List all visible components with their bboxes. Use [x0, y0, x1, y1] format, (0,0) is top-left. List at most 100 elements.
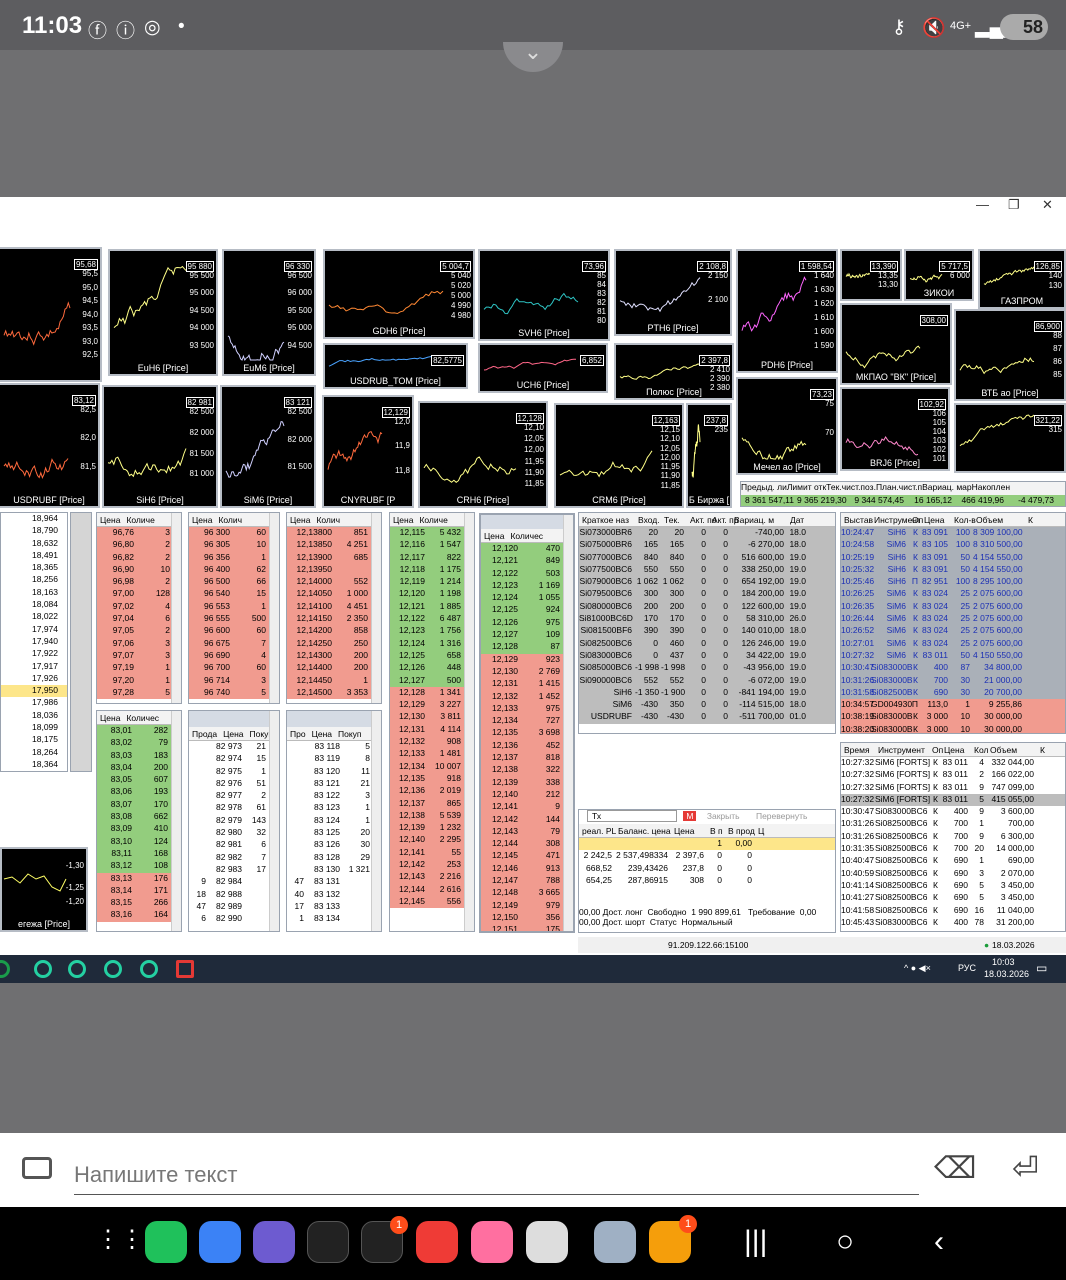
table-row[interactable]: Si081500BF6 390 390 0 0 140 010,00 18.0 — [579, 625, 835, 637]
column-header[interactable]: Баланс. цена — [615, 824, 671, 836]
table-row[interactable]: 12,138 5 539 — [390, 809, 474, 823]
column-header[interactable]: Инструмент — [871, 513, 921, 525]
table-row[interactable]: 83,15 266 — [97, 897, 181, 910]
table-row[interactable]: 18 82 988 — [189, 889, 279, 901]
table-row[interactable]: 12,146 913 — [481, 862, 573, 876]
column-header[interactable]: Оп — [909, 513, 923, 525]
table-row[interactable]: 12,143 2 216 — [390, 871, 474, 884]
column-header[interactable]: Выстав — [841, 513, 873, 525]
table-row[interactable]: 96 553 1 — [189, 600, 279, 614]
table-row[interactable]: 12,129 3 227 — [390, 699, 474, 712]
table-row[interactable]: 97,02 4 — [97, 600, 181, 614]
m-button[interactable]: M — [683, 811, 697, 821]
table-row[interactable]: 83 120 11 — [287, 766, 381, 778]
table-row[interactable]: 12,124 1 055 — [481, 592, 573, 605]
excel-icon[interactable] — [0, 960, 10, 978]
column-header[interactable]: Лимит отк — [787, 482, 826, 492]
table-row[interactable]: 1 83 134 — [287, 913, 381, 925]
table-row[interactable]: 83,09 410 — [97, 823, 181, 836]
table-row[interactable]: 82 979 143 — [189, 815, 279, 827]
table-row[interactable]: 12,142 144 — [481, 813, 573, 826]
recents-button[interactable]: ||| — [744, 1225, 767, 1259]
quik-icon[interactable] — [140, 960, 158, 978]
table-row[interactable]: 12,147 788 — [481, 875, 573, 888]
keyboard-icon[interactable] — [22, 1157, 52, 1179]
table-row[interactable]: SiH6 -1 350 -1 900 0 0 -841 194,00 19.0 — [579, 687, 835, 699]
table-row[interactable]: 10:27:32 SiM6 К 83 011 50 4 150 550,00 — [841, 650, 1065, 662]
column-header[interactable]: Цена — [921, 513, 951, 525]
table-row[interactable]: 83 126 30 — [287, 839, 381, 851]
table-row[interactable]: 96,82 2 — [97, 551, 181, 564]
table-row[interactable]: 96 555 500 — [189, 613, 279, 626]
table-row[interactable]: 83,06 193 — [97, 786, 181, 799]
table-row[interactable]: 96 540 15 — [189, 588, 279, 601]
table-row[interactable]: 10:25:19 SiH6 К 83 091 50 4 154 550,00 — [841, 552, 1065, 564]
table-row[interactable]: 12,139 1 232 — [390, 822, 474, 835]
table-row[interactable]: 47 83 131 — [287, 876, 381, 888]
column-header[interactable]: Предыд. ли — [741, 482, 787, 492]
table-row[interactable]: 6 82 990 — [189, 913, 279, 925]
table-row[interactable]: 10:27:32SiM6 [FORTS] К 83 011 4 332 044,00 — [841, 757, 1065, 769]
chart-window[interactable]: 315 321,22 — [954, 403, 1066, 473]
table-row[interactable]: 12,129 923 — [481, 653, 573, 666]
table-row[interactable]: 12,14250 250 — [287, 637, 381, 650]
table-row[interactable]: 83,03 183 — [97, 749, 181, 762]
table-row[interactable]: 82 980 32 — [189, 827, 279, 839]
chart-window[interactable]: 82,5775 USDRUB_TOM [Price] — [323, 343, 468, 389]
table-row[interactable]: 12,13950 — [287, 563, 381, 577]
table-row[interactable]: 18,632 — [1, 538, 67, 550]
table-row[interactable]: 10:31:26Si082500BC6 К 700 1 700,00 — [841, 818, 1065, 830]
chart-window[interactable]: 75 70 73,23 Мечел ао [Price] — [736, 377, 838, 475]
chart-window[interactable]: 5 040 5 020 5 000 4 990 4 980 5 004,7 GDH6 [Pr… — [323, 249, 475, 339]
table-row[interactable]: 12,127 109 — [481, 629, 573, 642]
table-row[interactable]: Si082500BC6 0 460 0 0 126 246,00 19.0 — [579, 638, 835, 650]
column-header[interactable]: Цена — [671, 824, 707, 836]
table-row[interactable]: 12,132 908 — [390, 736, 474, 749]
table-row[interactable]: 17,950 — [1, 685, 67, 698]
table-row[interactable]: 12,133 975 — [481, 702, 573, 716]
price-list-scroll[interactable] — [70, 512, 92, 772]
table-row[interactable]: 97,04 6 — [97, 613, 181, 626]
table-row[interactable]: 96 600 60 — [189, 625, 279, 638]
minimize-button[interactable]: — — [976, 197, 989, 212]
table-row[interactable]: 1 0,00 — [579, 838, 835, 851]
table-row[interactable]: 12,14400 200 — [287, 662, 381, 675]
table-row[interactable]: 82 975 1 — [189, 766, 279, 778]
table-row[interactable]: 12,149 979 — [481, 899, 573, 912]
table-row[interactable]: 12,135 3 698 — [481, 727, 573, 740]
table-row[interactable]: Si090000BC6 552 552 0 0 -6 072,00 19.0 — [579, 675, 835, 687]
column-header[interactable]: К — [1025, 513, 1033, 525]
close-button[interactable]: ✕ — [1042, 197, 1053, 213]
table-row[interactable]: 12,136 452 — [481, 739, 573, 753]
table-row[interactable]: 12,144 308 — [481, 838, 573, 851]
column-header[interactable]: План.чист.п — [876, 482, 922, 492]
table-row[interactable]: 12,14450 1 — [287, 674, 381, 687]
table-row[interactable]: 83,16 164 — [97, 909, 181, 922]
table-row[interactable]: 12,139 338 — [481, 776, 573, 789]
table-row[interactable]: 12,148 3 665 — [481, 887, 573, 900]
table-row[interactable]: 83,12 108 — [97, 860, 181, 873]
table-row[interactable]: Si079500BC6 300 300 0 0 184 200,00 19.0 — [579, 588, 835, 600]
table-row[interactable]: 12,144 2 616 — [390, 883, 474, 896]
table-row[interactable]: 12,13900 685 — [287, 551, 381, 564]
chart-window-small[interactable]: -1,30 -1,25 -1,20 егежа [Price] — [0, 847, 88, 932]
table-row[interactable]: 97,19 1 — [97, 662, 181, 675]
table-row[interactable]: 96 740 5 — [189, 686, 279, 700]
table-row[interactable]: 83 122 3 — [287, 790, 381, 802]
table-row[interactable]: 12,122 6 487 — [390, 613, 474, 626]
notes-app-icon[interactable] — [416, 1221, 458, 1263]
table-row[interactable]: 18,022 — [1, 611, 67, 623]
table-row[interactable]: 12,123 1 169 — [481, 579, 573, 593]
column-header[interactable]: Дат — [787, 513, 809, 525]
table-row[interactable]: 18,364 — [1, 759, 67, 771]
table-row[interactable]: 97,00 128 — [97, 588, 181, 601]
table-row[interactable]: 82 981 6 — [189, 839, 279, 851]
table-row[interactable]: 10:31:58Si082500BК 690 30 20 700,00 — [841, 687, 1065, 699]
chart-window[interactable]: 85 84 83 82 81 80 73,96 SVH6 [Price] — [478, 249, 610, 341]
table-row[interactable]: 10:31:26Si082500BC6 К 700 9 6 300,00 — [841, 831, 1065, 843]
chart-window[interactable]: 106 105 104 103 102 101 102,92 BRJ6 [Price] — [840, 387, 950, 471]
table-row[interactable]: 12,137 818 — [481, 752, 573, 765]
table-row[interactable]: 82 974 15 — [189, 753, 279, 765]
table-row[interactable]: 12,14300 200 — [287, 649, 381, 663]
table-row[interactable]: 12,126 448 — [390, 662, 474, 675]
